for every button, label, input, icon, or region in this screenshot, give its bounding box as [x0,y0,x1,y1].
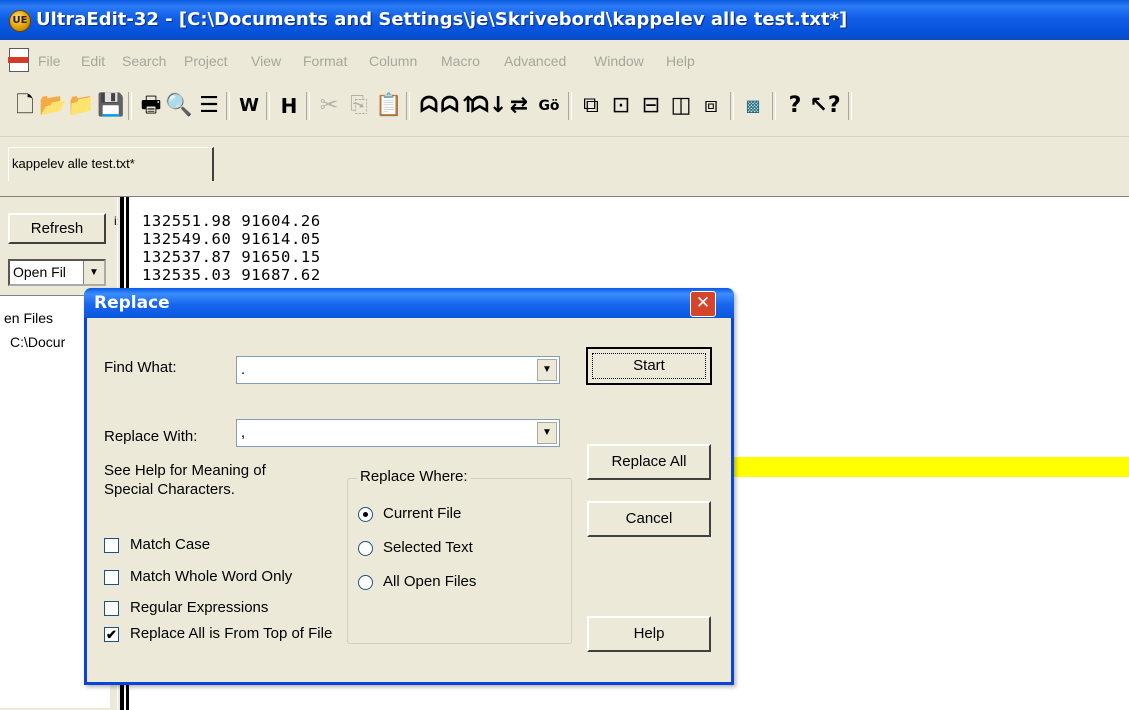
help-button[interactable]: Help [587,616,711,652]
match-whole-word-checkbox[interactable] [104,570,119,585]
copy-icon[interactable]: ⎘ [344,90,374,122]
document-icon[interactable] [8,48,29,72]
toolbar-separator [406,92,410,120]
refresh-button[interactable]: Refresh [8,213,106,244]
code-line: 132549.60 91614.05 [142,230,321,248]
current-line-highlight [734,457,1129,477]
help-icon[interactable]: ? [780,90,810,122]
close-icon[interactable]: ✕ [690,291,716,317]
list-item[interactable]: C:\Docur [10,334,65,350]
menu-edit[interactable]: Edit [81,53,105,69]
selected-text-label[interactable]: Selected Text [383,539,473,556]
page-setup-icon[interactable]: ☰ [194,90,224,122]
find-what-input[interactable]: . ▼ [236,356,560,384]
menu-advanced[interactable]: Advanced [504,53,566,69]
menu-file[interactable]: File [38,53,61,69]
print-icon[interactable]: 🖶 [136,90,166,122]
menu-format[interactable]: Format [303,53,347,69]
code-line: 132537.87 91650.15 [142,248,321,266]
regex-label[interactable]: Regular Expressions [130,599,268,616]
tab-divider [0,186,1129,197]
goto-icon[interactable]: Gö [534,90,564,122]
whats-this-icon[interactable]: ↖? [809,90,840,122]
open-files-select[interactable]: Open Fil ▼ [8,259,106,286]
toolbar-separator [266,92,270,120]
replace-dialog: Replace ✕ Find What: . ▼ Replace With: ,… [84,288,734,685]
replace-where-group [347,478,572,644]
menu-macro[interactable]: Macro [441,53,480,69]
word-wrap-icon[interactable]: W [234,90,264,122]
toolbar-separator [772,92,776,120]
replace-with-input[interactable]: , ▼ [236,419,560,447]
find-icon[interactable]: ᗣ [414,90,444,122]
chevron-down-icon[interactable]: ▼ [537,359,557,381]
title-bar: UE UltraEdit-32 - [C:\Documents and Sett… [0,0,1129,40]
toolbar-separator [568,92,572,120]
help-hint-line1: See Help for Meaning of [104,462,266,479]
save-icon[interactable]: 💾 [96,90,126,122]
menu-view[interactable]: View [251,53,281,69]
open-folder-icon[interactable]: 📁 [66,90,96,122]
toolbar-separator [226,92,230,120]
dialog-title: Replace [94,293,170,313]
window-cascade-icon[interactable]: ⧉ [576,90,606,122]
chevron-down-icon[interactable]: ▼ [83,261,104,284]
color-icon[interactable]: ▩ [738,90,768,122]
menu-bar: File Edit Search Project View Format Col… [0,40,1129,78]
menu-column[interactable]: Column [369,53,417,69]
help-hint-line2: Special Characters. [104,481,235,498]
all-open-files-radio[interactable] [358,575,373,590]
window-title: UltraEdit-32 - [C:\Documents and Setting… [36,9,848,30]
split-vertical-icon[interactable]: ◫ [666,90,696,122]
replace-all-button[interactable]: Replace All [587,444,711,480]
find-prev-icon[interactable]: ᗣ↓ [471,90,508,122]
menu-search[interactable]: Search [122,53,166,69]
window-tile-icon[interactable]: ⊡ [606,90,636,122]
replace-all-top-label[interactable]: Replace All is From Top of File [130,625,332,642]
all-open-files-label[interactable]: All Open Files [383,573,476,590]
print-preview-icon[interactable]: 🔍 [164,90,194,122]
toolbar-separator [306,92,310,120]
find-what-label: Find What: [104,359,177,376]
tab-kappelev[interactable]: kappelev alle test.txt* [8,147,214,181]
cut-icon[interactable]: ✂ [314,90,344,122]
code-line: 132551.98 91604.26 [142,212,321,230]
chevron-down-icon[interactable]: ▼ [537,422,557,444]
toolbar-separator [848,92,852,120]
match-case-checkbox[interactable] [104,538,119,553]
dialog-body: Find What: . ▼ Replace With: , ▼ See Hel… [87,318,731,682]
app-logo-icon: UE [9,10,31,32]
menu-window[interactable]: Window [594,53,644,69]
dialog-title-bar[interactable]: Replace ✕ [84,288,734,318]
match-case-label[interactable]: Match Case [130,536,210,553]
window-new-icon[interactable]: ⧈ [696,90,726,122]
hex-mode-icon[interactable]: H [274,90,304,122]
tab-bar: kappelev alle test.txt* [0,137,1129,186]
selected-text-radio[interactable] [358,541,373,556]
cancel-button[interactable]: Cancel [587,501,711,537]
match-whole-word-label[interactable]: Match Whole Word Only [130,568,292,585]
current-file-radio[interactable] [358,507,373,522]
replace-icon[interactable]: ⇄ [504,90,534,122]
toolbar: 🗋 📂 📁 💾 🖶 🔍 ☰ W H ✂ ⎘ 📋 ᗣ ᗣ↑ ᗣ↓ ⇄ Gö ⧉ ⊡… [0,78,1129,137]
regex-checkbox[interactable] [104,601,119,616]
split-horizontal-icon[interactable]: ⊟ [636,90,666,122]
replace-all-top-checkbox[interactable]: ✔ [104,627,119,642]
toolbar-separator [128,92,132,120]
find-next-icon[interactable]: ᗣ↑ [441,90,478,122]
new-file-icon[interactable]: 🗋 [10,90,40,122]
current-file-label[interactable]: Current File [383,505,461,522]
replace-with-label: Replace With: [104,428,198,445]
code-line: 132535.03 91687.62 [142,266,321,284]
replace-where-title: Replace Where: [357,468,471,485]
open-file-icon[interactable]: 📂 [38,90,68,122]
open-files-header: en Files [4,310,54,326]
paste-icon[interactable]: 📋 [374,90,404,122]
menu-project[interactable]: Project [184,53,228,69]
menu-help[interactable]: Help [666,53,695,69]
start-button[interactable]: Start [586,347,712,385]
toolbar-separator [730,92,734,120]
